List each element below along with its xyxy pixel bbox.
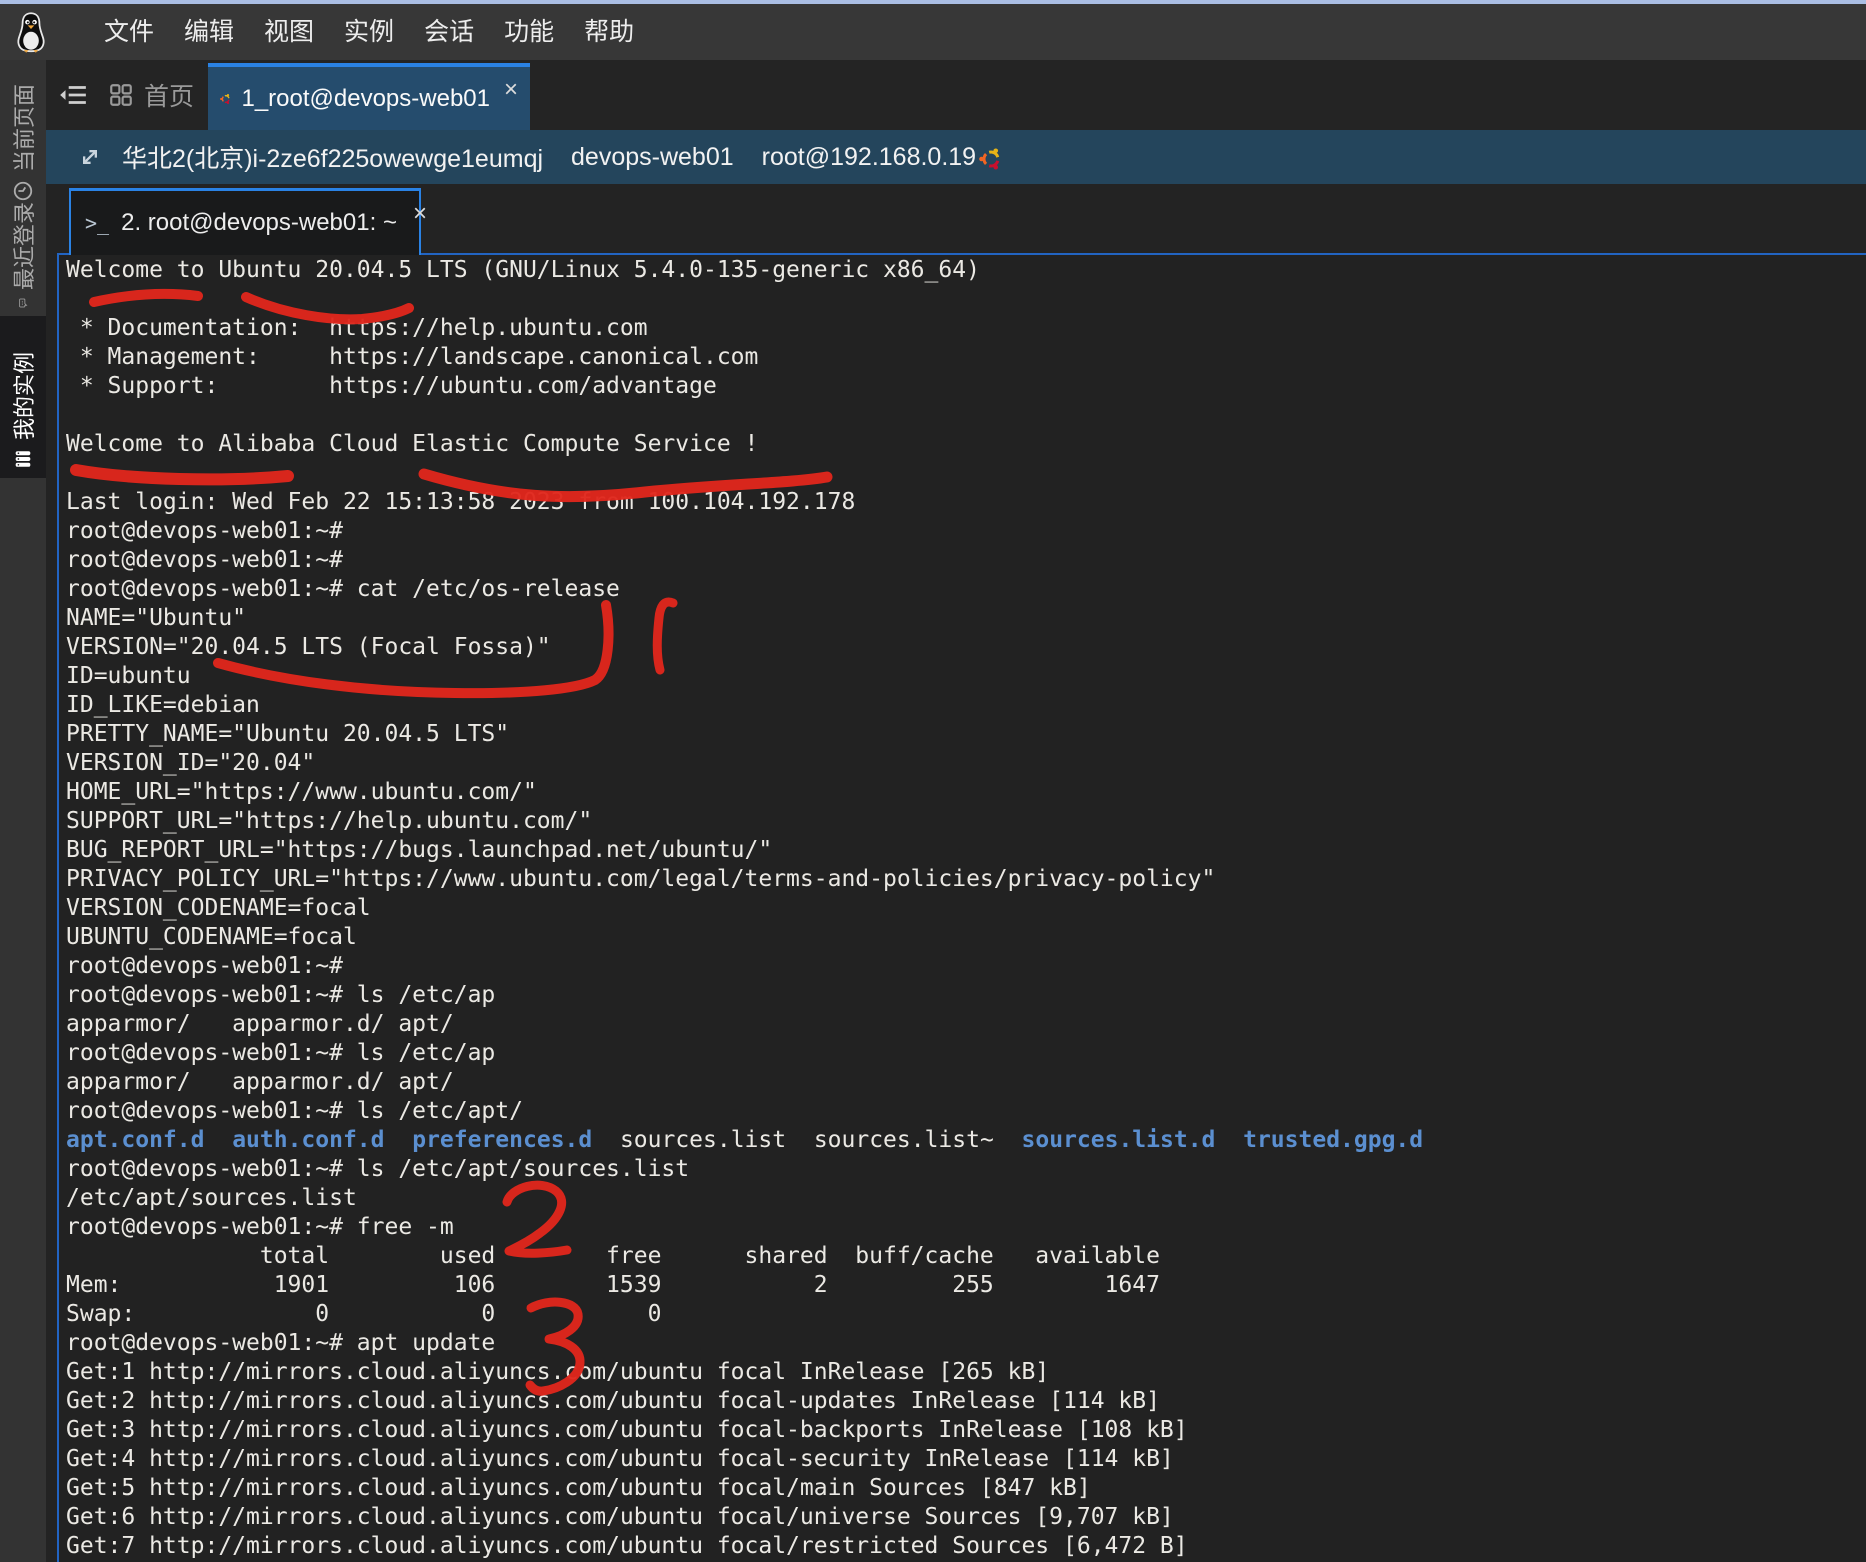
terminal-line: Get:1 http://mirrors.cloud.aliyuncs.com/… (66, 1358, 1866, 1387)
terminal-line: VERSION_CODENAME=focal (66, 894, 1866, 923)
terminal-tab-label: 2. root@devops-web01: ~ (121, 209, 397, 237)
terminal-line: ID_LIKE=debian (66, 691, 1866, 720)
connection-info-bar: 华北2(北京)i-2ze6f225owewge1eumqj devops-web… (0, 130, 1866, 184)
terminal-line: root@devops-web01:~# ls /etc/apt/ (66, 1097, 1866, 1126)
terminal-line: NAME="Ubuntu" (66, 604, 1866, 633)
terminal-line: Swap: 0 0 0 (66, 1300, 1866, 1329)
terminal-line: root@devops-web01:~# (66, 952, 1866, 981)
terminal-line: Get:6 http://mirrors.cloud.aliyuncs.com/… (66, 1503, 1866, 1532)
menu-item-help[interactable]: 帮助 (569, 4, 649, 60)
menu-item-edit[interactable]: 编辑 (169, 4, 249, 60)
instances-icon (12, 448, 34, 470)
terminal-line: root@devops-web01:~# (66, 517, 1866, 546)
menu-items: 文件 编辑 视图 实例 会话 功能 帮助 (89, 4, 649, 60)
sidebar-item-recent-logins[interactable]: 最近登录 (0, 202, 46, 316)
ubuntu-logo-icon (220, 85, 231, 113)
terminal-line: Get:5 http://mirrors.cloud.aliyuncs.com/… (66, 1474, 1866, 1503)
menu-item-session[interactable]: 会话 (409, 4, 489, 60)
home-tab-label: 首页 (144, 77, 194, 113)
terminal-line: apparmor/ apparmor.d/ apt/ (66, 1010, 1866, 1039)
tux-linux-icon (13, 10, 49, 54)
terminal-line: root@devops-web01:~# ls /etc/ap (66, 1039, 1866, 1068)
terminal-line: * Support: https://ubuntu.com/advantage (66, 372, 1866, 401)
clock-icon (12, 180, 34, 202)
terminal-panel[interactable]: Welcome to Ubuntu 20.04.5 LTS (GNU/Linux… (57, 253, 1866, 1562)
expand-icon[interactable] (76, 143, 104, 171)
menu-item-instance[interactable]: 实例 (329, 4, 409, 60)
terminal-line: PRETTY_NAME="Ubuntu 20.04.5 LTS" (66, 720, 1866, 749)
menu-bar: 文件 编辑 视图 实例 会话 功能 帮助 (0, 4, 1866, 60)
session-tab-label: 1_root@devops-web01 (241, 85, 490, 113)
terminal-line: apparmor/ apparmor.d/ apt/ (66, 1068, 1866, 1097)
terminal-line: Mem: 1901 106 1539 2 255 1647 (66, 1271, 1866, 1300)
terminal-line: Get:7 http://mirrors.cloud.aliyuncs.com/… (66, 1532, 1866, 1561)
terminal-line: root@devops-web01:~# ls /etc/apt/sources… (66, 1155, 1866, 1184)
menu-item-function[interactable]: 功能 (489, 4, 569, 60)
sidebar-item-label: 最近登录 (7, 202, 39, 290)
instance-region-id: 华北2(北京)i-2ze6f225owewge1eumqj (122, 139, 543, 175)
terminal-line: Get:4 http://mirrors.cloud.aliyuncs.com/… (66, 1445, 1866, 1474)
terminal-line: root@devops-web01:~# apt update (66, 1329, 1866, 1358)
sidebar-item-my-instances[interactable]: 我的实例 (0, 316, 46, 478)
app-tab-bar: 首页 1_root@devops-web01 × (0, 60, 1866, 130)
terminal-line (66, 459, 1866, 488)
terminal-line: PRIVACY_POLICY_URL="https://www.ubuntu.c… (66, 865, 1866, 894)
terminal-line: root@devops-web01:~# free -m (66, 1213, 1866, 1242)
terminal-line: ID=ubuntu (66, 662, 1866, 691)
terminal-line: root@devops-web01:~# (66, 546, 1866, 575)
tab-home[interactable]: 首页 (108, 60, 194, 130)
chat-bubble-icon (12, 298, 34, 308)
ubuntu-logo-icon (979, 147, 1003, 171)
terminal-output: Welcome to Ubuntu 20.04.5 LTS (GNU/Linux… (59, 255, 1866, 1561)
sidebar-item-label: 我的实例 (7, 352, 39, 440)
sidebar-item-current-page[interactable]: 当前页面 (0, 60, 46, 210)
terminal-line: Last login: Wed Feb 22 15:13:58 2023 fro… (66, 488, 1866, 517)
terminal-line: total used free shared buff/cache availa… (66, 1242, 1866, 1271)
close-icon[interactable]: × (413, 202, 427, 226)
menu-item-file[interactable]: 文件 (89, 4, 169, 60)
instance-hostname: devops-web01 (571, 143, 734, 172)
terminal-line: /etc/apt/sources.list (66, 1184, 1866, 1213)
terminal-line: VERSION="20.04.5 LTS (Focal Fossa)" (66, 633, 1866, 662)
left-sidebar: 当前页面 最近登录 我的实例 (0, 60, 46, 1562)
terminal-line: Get:2 http://mirrors.cloud.aliyuncs.com/… (66, 1387, 1866, 1416)
terminal-line: root@devops-web01:~# cat /etc/os-release (66, 575, 1866, 604)
terminal-tab-2-root-devops-web01[interactable]: >_ 2. root@devops-web01: ~ × (69, 188, 421, 255)
grid-icon (108, 82, 134, 108)
terminal-line: Welcome to Alibaba Cloud Elastic Compute… (66, 430, 1866, 459)
terminal-line: Get:3 http://mirrors.cloud.aliyuncs.com/… (66, 1416, 1866, 1445)
terminal-line: HOME_URL="https://www.ubuntu.com/" (66, 778, 1866, 807)
terminal-line: BUG_REPORT_URL="https://bugs.launchpad.n… (66, 836, 1866, 865)
terminal-line: root@devops-web01:~# ls /etc/ap (66, 981, 1866, 1010)
menu-item-view[interactable]: 视图 (249, 4, 329, 60)
terminal-line: Welcome to Ubuntu 20.04.5 LTS (GNU/Linux… (66, 256, 1866, 285)
terminal-line (66, 401, 1866, 430)
tab-list-collapse-icon[interactable] (58, 80, 88, 110)
terminal-line: VERSION_ID="20.04" (66, 749, 1866, 778)
tab-session-1-root-devops-web01[interactable]: 1_root@devops-web01 × (208, 63, 530, 130)
terminal-line: UBUNTU_CODENAME=focal (66, 923, 1866, 952)
sidebar-item-label: 当前页面 (7, 84, 39, 172)
terminal-line: * Documentation: https://help.ubuntu.com (66, 314, 1866, 343)
terminal-line (66, 285, 1866, 314)
terminal-prompt-icon: >_ (85, 211, 109, 235)
terminal-line: * Management: https://landscape.canonica… (66, 343, 1866, 372)
terminal-tab-bar: >_ 2. root@devops-web01: ~ × (46, 184, 1866, 253)
terminal-line: SUPPORT_URL="https://help.ubuntu.com/" (66, 807, 1866, 836)
connection-user-ip: root@192.168.0.19 (762, 143, 976, 172)
terminal-line: apt.conf.d auth.conf.d preferences.d sou… (66, 1126, 1866, 1155)
close-icon[interactable]: × (504, 78, 518, 102)
